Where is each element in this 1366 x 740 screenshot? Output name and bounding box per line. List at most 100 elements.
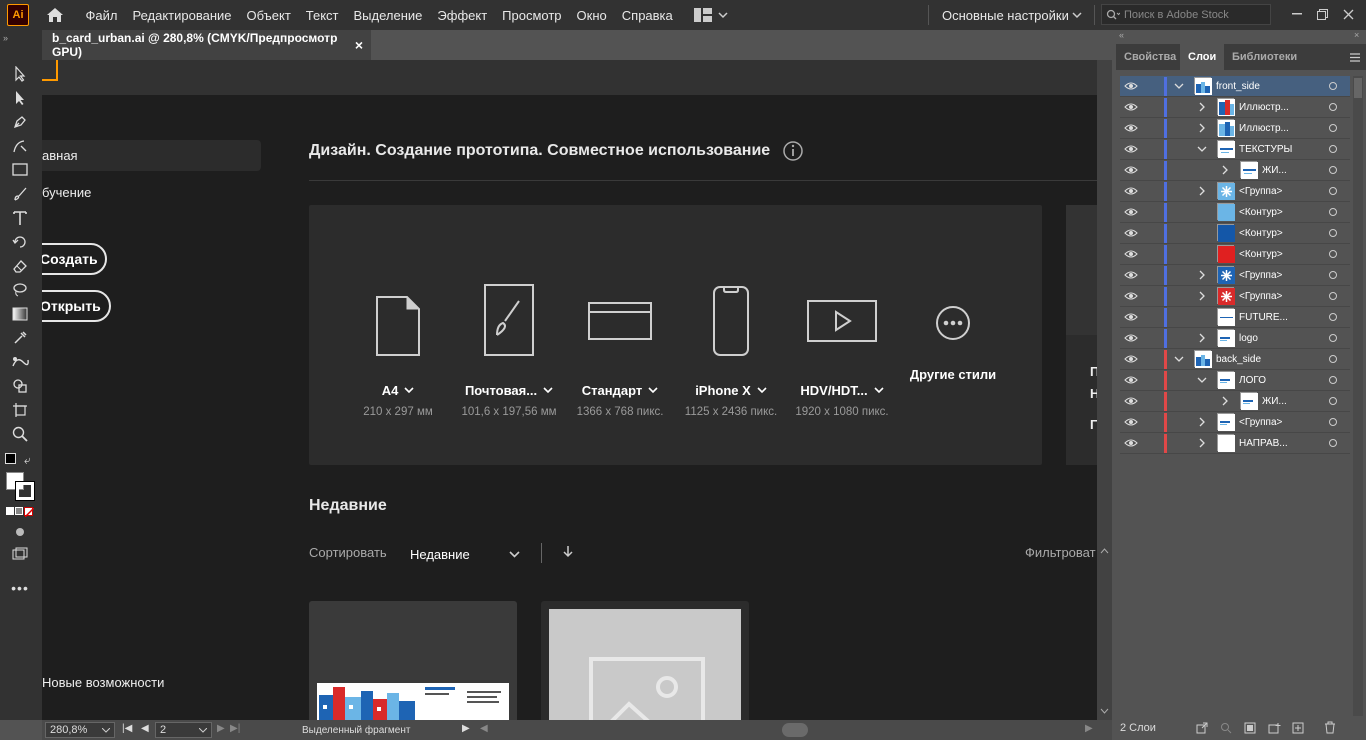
pen-tool-icon[interactable]	[9, 112, 31, 132]
menu-item[interactable]: Окно	[569, 8, 614, 23]
color-mode-icon[interactable]	[6, 507, 14, 515]
nav-home[interactable]: авная	[42, 140, 261, 171]
chevron-right-icon[interactable]	[1220, 396, 1230, 406]
layer-row[interactable]: <Контур>	[1120, 244, 1350, 265]
last-artboard-icon[interactable]: ▶|	[230, 723, 240, 734]
visibility-eye-icon[interactable]	[1124, 375, 1138, 385]
rectangle-tool-icon[interactable]	[9, 160, 31, 180]
restore-button[interactable]	[1311, 4, 1333, 24]
chevron-right-icon[interactable]	[1197, 291, 1207, 301]
gradient-mode-icon[interactable]	[15, 507, 23, 515]
artboard-number-field[interactable]: 2	[155, 722, 212, 738]
swap-colors-icon[interactable]: ⤶	[24, 453, 31, 468]
workspace-switcher[interactable]	[694, 8, 728, 22]
visibility-eye-icon[interactable]	[1124, 144, 1138, 154]
close-panel-icon[interactable]: ×	[1354, 30, 1359, 40]
visibility-eye-icon[interactable]	[1124, 312, 1138, 322]
default-colors-icon[interactable]	[5, 453, 16, 464]
sort-direction-icon[interactable]	[563, 546, 573, 558]
visibility-eye-icon[interactable]	[1124, 354, 1138, 364]
layer-row[interactable]: <Группа>	[1120, 412, 1350, 433]
target-circle-icon[interactable]	[1329, 397, 1337, 405]
menu-item[interactable]: Файл	[78, 8, 125, 23]
target-circle-icon[interactable]	[1329, 82, 1337, 90]
canvas-vertical-scrollbar[interactable]	[1097, 60, 1112, 720]
sort-dropdown[interactable]: Недавние	[410, 543, 520, 565]
scroll-up-icon[interactable]	[1100, 548, 1109, 554]
panel-menu-icon[interactable]	[1350, 53, 1360, 62]
paintbrush-tool-icon[interactable]	[9, 184, 31, 204]
curvature-tool-icon[interactable]	[9, 136, 31, 156]
layer-row[interactable]: Иллюстр...	[1120, 97, 1350, 118]
chevron-right-icon[interactable]	[1197, 333, 1207, 343]
more-tools-icon[interactable]: •••	[9, 578, 31, 598]
target-circle-icon[interactable]	[1329, 208, 1337, 216]
target-circle-icon[interactable]	[1329, 124, 1337, 132]
chevron-down-icon[interactable]	[1197, 375, 1207, 385]
recent-file-thumbnail[interactable]	[541, 601, 749, 720]
preset-hdv[interactable]: HDV/HDT... 1920 x 1080 пикс.	[782, 285, 902, 418]
gradient-tool-icon[interactable]	[9, 304, 31, 324]
tab-layers[interactable]: Слои	[1180, 44, 1225, 70]
selection-tool-icon[interactable]	[9, 64, 31, 84]
tab-libraries[interactable]: Библиотеки	[1224, 44, 1305, 70]
chevron-down-icon[interactable]	[648, 387, 658, 394]
target-circle-icon[interactable]	[1329, 439, 1337, 447]
prev-artboard-icon[interactable]: ◀	[141, 723, 149, 734]
chevron-down-icon[interactable]	[404, 387, 414, 394]
next-artboard-icon[interactable]: ▶	[217, 723, 225, 734]
preset-standard[interactable]: Стандарт 1366 x 768 пикс.	[560, 285, 680, 418]
collapse-panel-icon[interactable]: «	[1119, 30, 1124, 40]
collapse-icon[interactable]: »	[3, 33, 8, 43]
visibility-eye-icon[interactable]	[1124, 207, 1138, 217]
target-circle-icon[interactable]	[1329, 334, 1337, 342]
target-circle-icon[interactable]	[1329, 229, 1337, 237]
new-sublayer-icon[interactable]	[1268, 722, 1282, 734]
menu-item[interactable]: Справка	[614, 8, 680, 23]
horizontal-scroll-thumb[interactable]	[782, 723, 808, 737]
visibility-eye-icon[interactable]	[1124, 417, 1138, 427]
close-tab-icon[interactable]: ×	[355, 37, 363, 53]
zoom-field[interactable]: 280,8%	[45, 722, 115, 738]
recent-file-thumbnail[interactable]	[309, 601, 517, 720]
visibility-eye-icon[interactable]	[1124, 396, 1138, 406]
layer-row[interactable]: Иллюстр...	[1120, 118, 1350, 139]
layer-row[interactable]: front_side	[1120, 76, 1350, 97]
visibility-eye-icon[interactable]	[1124, 249, 1138, 259]
type-tool-icon[interactable]	[9, 208, 31, 228]
target-circle-icon[interactable]	[1329, 355, 1337, 363]
target-circle-icon[interactable]	[1329, 271, 1337, 279]
open-button[interactable]: Открыть	[42, 290, 111, 322]
chevron-right-icon[interactable]	[1220, 165, 1230, 175]
layer-row[interactable]: logo	[1120, 328, 1350, 349]
eyedropper-tool-icon[interactable]	[9, 328, 31, 348]
visibility-eye-icon[interactable]	[1124, 228, 1138, 238]
rotate-tool-icon[interactable]	[9, 232, 31, 252]
layer-row[interactable]: ЛОГО	[1120, 370, 1350, 391]
chevron-right-icon[interactable]	[1197, 123, 1207, 133]
chevron-down-icon[interactable]	[1174, 354, 1184, 364]
scroll-down-icon[interactable]	[1100, 708, 1109, 714]
target-circle-icon[interactable]	[1329, 166, 1337, 174]
nav-learn[interactable]: бучение	[42, 185, 91, 200]
layer-row[interactable]: <Группа>	[1120, 265, 1350, 286]
layer-row[interactable]: <Контур>	[1120, 223, 1350, 244]
layer-row[interactable]: ЖИ...	[1120, 391, 1350, 412]
visibility-eye-icon[interactable]	[1124, 291, 1138, 301]
menu-item[interactable]: Текст	[298, 8, 346, 23]
status-menu-icon[interactable]: ▶	[462, 723, 470, 734]
target-circle-icon[interactable]	[1329, 313, 1337, 321]
chevron-right-icon[interactable]	[1197, 417, 1207, 427]
layer-row[interactable]: back_side	[1120, 349, 1350, 370]
visibility-eye-icon[interactable]	[1124, 102, 1138, 112]
info-icon[interactable]	[782, 140, 804, 162]
preset-a4[interactable]: A4 210 x 297 мм	[338, 285, 458, 418]
locate-object-icon[interactable]	[1220, 722, 1232, 734]
target-circle-icon[interactable]	[1329, 250, 1337, 258]
layer-row[interactable]: <Группа>	[1120, 286, 1350, 307]
chevron-down-icon[interactable]	[757, 387, 767, 394]
layer-row[interactable]: <Контур>	[1120, 202, 1350, 223]
layers-scrollbar[interactable]	[1353, 76, 1363, 716]
menu-item[interactable]: Просмотр	[495, 8, 569, 23]
visibility-eye-icon[interactable]	[1124, 81, 1138, 91]
